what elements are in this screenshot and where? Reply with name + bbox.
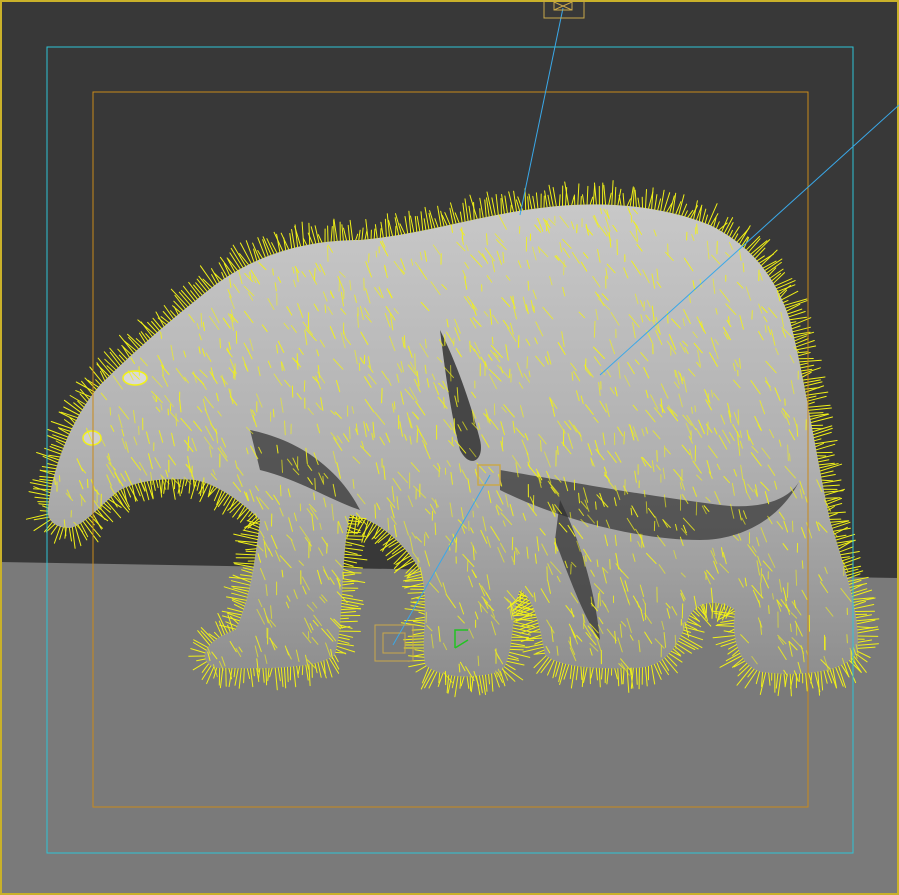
hair-strand (597, 593, 600, 609)
hair-strand (109, 407, 112, 416)
hair-strand (510, 204, 512, 213)
hair-strand (200, 313, 203, 328)
hair-strand (546, 566, 548, 581)
hair-strand (287, 666, 289, 683)
hair-strand (279, 484, 282, 497)
hair-strand (303, 380, 306, 392)
hair-strand (374, 504, 377, 519)
hair-strand (335, 651, 346, 654)
hair-strand (760, 568, 762, 583)
hair-strand (416, 597, 425, 600)
hair-strand (737, 409, 740, 424)
hair-strand (656, 450, 658, 462)
hair-strand (187, 436, 190, 452)
hair-strand (296, 353, 299, 370)
hair-strand (728, 316, 730, 323)
hair-strand (341, 590, 356, 592)
hair-strand (434, 522, 437, 536)
hair-strand (557, 445, 559, 455)
hair-strand (517, 335, 520, 348)
hair-strand (491, 336, 494, 345)
hair-strand (265, 667, 268, 686)
hair-strand (309, 540, 311, 552)
hair-strand (272, 268, 274, 276)
hair-strand (407, 635, 425, 637)
hair-strand (477, 655, 480, 667)
hair-strand (349, 426, 351, 440)
hair-strand (327, 245, 329, 262)
hair-strand (301, 665, 304, 676)
hair-strand (340, 617, 349, 620)
hair-strand (540, 440, 542, 452)
hair-strand (175, 413, 177, 427)
hair-strand (570, 563, 572, 575)
hair-strand (379, 228, 382, 239)
hair-strand (593, 320, 596, 338)
hair-strand (253, 668, 255, 677)
hair-strand (469, 340, 471, 353)
hair-strand (795, 569, 798, 586)
hair-strand (809, 412, 824, 414)
hair-strand (789, 453, 791, 462)
hair-strand (245, 550, 257, 553)
hair-strand (393, 401, 396, 410)
hair-strand (313, 267, 316, 282)
hair-strand (443, 397, 445, 409)
hair-strand (707, 252, 710, 260)
hair-strand (346, 535, 367, 537)
hair-strand (219, 338, 221, 349)
hair-strand (373, 228, 376, 240)
hair-strand (458, 663, 461, 673)
hair-strand (407, 592, 425, 594)
hair-strand (281, 459, 283, 473)
hair-strand (527, 280, 530, 291)
hair-strand (563, 260, 565, 276)
hair-strand (314, 478, 316, 490)
hair-strand (768, 605, 770, 614)
hair-strand (609, 559, 611, 570)
hair-strand (155, 395, 158, 403)
hair-strand (846, 634, 848, 644)
hair-strand (339, 620, 358, 623)
hair-strand (705, 603, 708, 614)
hair-strand (167, 478, 170, 490)
hair-strand (414, 353, 416, 370)
hair-strand (509, 648, 524, 651)
hair-strand (472, 510, 474, 518)
hair-strand (455, 537, 458, 553)
hair-strand (801, 560, 804, 569)
3d-viewport[interactable] (0, 0, 899, 895)
hair-strand (272, 408, 275, 418)
hair-strand (411, 629, 425, 631)
viewport-canvas[interactable] (0, 0, 899, 895)
hair-strand (513, 551, 516, 565)
hair-strand (466, 559, 469, 572)
hair-strand (595, 501, 597, 510)
hair-strand (473, 202, 475, 220)
hair-strand (696, 223, 698, 234)
hair-strand (558, 194, 561, 207)
hair-strand (416, 428, 419, 443)
hair-strand (623, 431, 625, 445)
hair-strand (526, 356, 528, 369)
bear-eye (122, 370, 148, 386)
hair-strand (645, 501, 648, 514)
hair-strand (243, 668, 245, 684)
hair-strand (694, 405, 697, 412)
hair-strand (381, 387, 383, 404)
hair-strand (532, 495, 535, 512)
hair-strand (324, 304, 327, 314)
